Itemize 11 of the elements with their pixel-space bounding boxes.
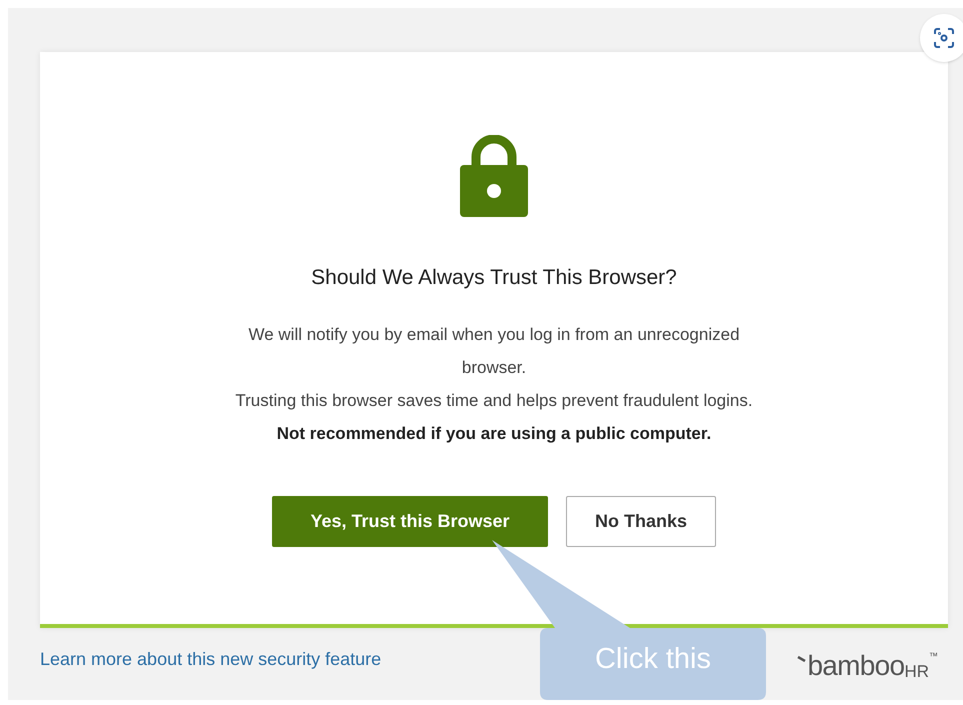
decline-button[interactable]: No Thanks [566, 496, 716, 546]
dialog-text: We will notify you by email when you log in from an unrecognized browser. [247, 324, 741, 378]
callout-text: Click this [594, 645, 712, 674]
bamboohr-logo: bambooHR ™ [797, 652, 938, 680]
camera-scan-icon [932, 26, 956, 50]
learn-more-link[interactable]: Learn more about this new security feature [40, 646, 382, 672]
lock-icon [460, 135, 528, 217]
dialog-text: Trusting this browser saves time and helps prevent fraudulent logins. [235, 390, 753, 412]
dialog-text: Not recommended if you are using a public computer. [276, 422, 712, 445]
trust-button[interactable]: Yes, Trust this Browser [272, 496, 548, 546]
dialog-title: Should We Always Trust This Browser? [311, 265, 677, 291]
